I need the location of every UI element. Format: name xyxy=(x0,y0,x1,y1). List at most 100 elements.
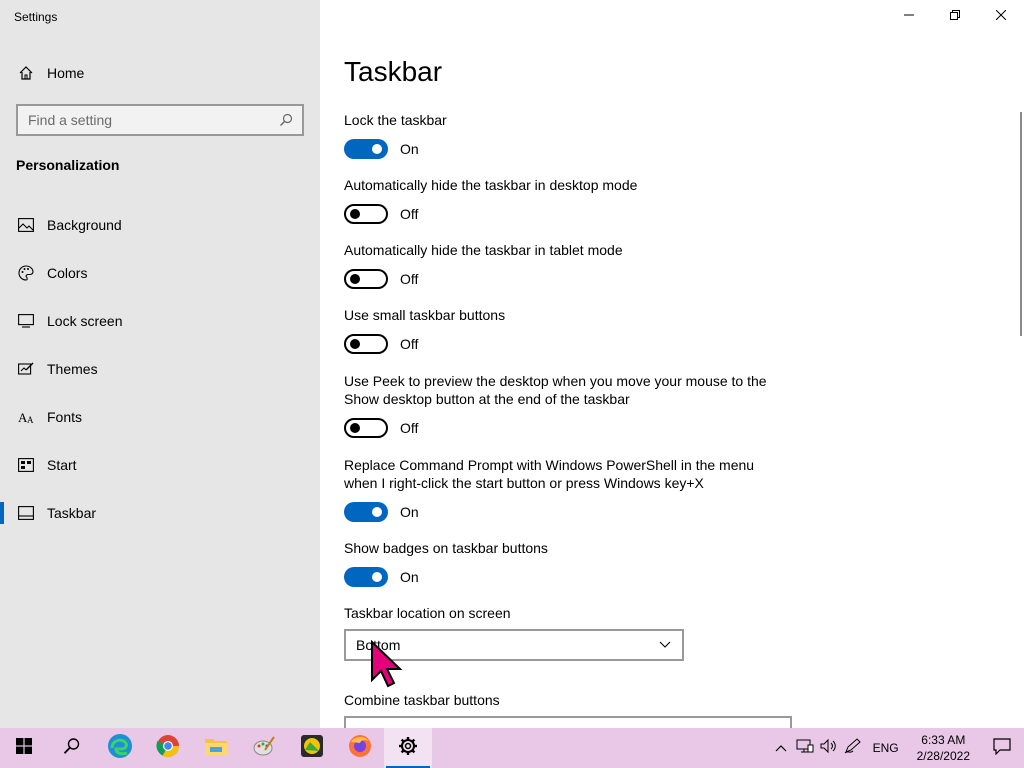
app-title: Settings xyxy=(14,10,58,24)
search-box[interactable] xyxy=(16,104,304,136)
toggle-state: On xyxy=(400,504,419,520)
themes-icon xyxy=(17,360,35,378)
minimize-button[interactable] xyxy=(886,0,932,32)
pen-button[interactable] xyxy=(841,728,865,768)
network-icon xyxy=(796,738,814,759)
notification-icon xyxy=(993,737,1011,760)
setting-label: Use small taskbar buttons xyxy=(344,307,506,323)
search-input[interactable] xyxy=(28,112,278,128)
lock-taskbar-toggle[interactable] xyxy=(344,139,388,159)
toggle-state: On xyxy=(400,141,419,157)
taskbar-image-viewer[interactable] xyxy=(288,728,336,768)
setting-peek: Use Peek to preview the desktop when you… xyxy=(344,372,784,438)
setting-powershell: Replace Command Prompt with Windows Powe… xyxy=(344,456,784,522)
setting-label: Replace Command Prompt with Windows Powe… xyxy=(344,457,755,491)
pen-icon xyxy=(844,737,862,759)
sidebar-item-taskbar[interactable]: Taskbar xyxy=(0,493,320,533)
picture-icon xyxy=(17,216,35,234)
setting-label: Automatically hide the taskbar in tablet… xyxy=(344,242,623,258)
gear-icon xyxy=(398,736,418,761)
sidebar-item-colors[interactable]: Colors xyxy=(0,253,320,293)
network-button[interactable] xyxy=(793,728,817,768)
sidebar-item-fonts[interactable]: AA Fonts xyxy=(0,397,320,437)
window-controls xyxy=(886,0,1024,32)
sidebar-item-start[interactable]: Start xyxy=(0,445,320,485)
autohide-desktop-toggle[interactable] xyxy=(344,204,388,224)
setting-label: Lock the taskbar xyxy=(344,112,447,128)
clock[interactable]: 6:33 AM 2/28/2022 xyxy=(917,732,970,764)
system-tray: ENG 6:33 AM 2/28/2022 xyxy=(769,728,1024,768)
windows-logo-icon xyxy=(16,737,32,759)
toggle-state: Off xyxy=(400,271,419,287)
firefox-icon xyxy=(348,734,372,763)
setting-location: Taskbar location on screen xyxy=(344,604,784,622)
taskbar-chrome[interactable] xyxy=(144,728,192,768)
autohide-tablet-toggle[interactable] xyxy=(344,269,388,289)
sidebar-item-label: Start xyxy=(47,457,77,473)
setting-autohide-tablet: Automatically hide the taskbar in tablet… xyxy=(344,241,784,289)
main-panel: Taskbar Lock the taskbar On Automaticall… xyxy=(320,0,1024,748)
powershell-toggle[interactable] xyxy=(344,502,388,522)
toggle-state: Off xyxy=(400,420,419,436)
toggle-state: On xyxy=(400,569,419,585)
close-button[interactable] xyxy=(978,0,1024,32)
section-label: Personalization xyxy=(16,157,120,173)
badges-toggle[interactable] xyxy=(344,567,388,587)
clock-date: 2/28/2022 xyxy=(916,749,970,763)
sidebar-item-themes[interactable]: Themes xyxy=(0,349,320,389)
setting-combine: Combine taskbar buttons xyxy=(344,691,784,709)
setting-label: Combine taskbar buttons xyxy=(344,692,500,708)
chevron-up-icon xyxy=(775,739,787,757)
restore-button[interactable] xyxy=(932,0,978,32)
setting-badges: Show badges on taskbar buttons On xyxy=(344,539,784,587)
setting-small-buttons: Use small taskbar buttons Off xyxy=(344,306,784,354)
scrollbar[interactable] xyxy=(1020,112,1022,336)
sidebar-item-home[interactable]: Home xyxy=(0,58,320,88)
volume-button[interactable] xyxy=(817,728,841,768)
home-icon xyxy=(17,64,35,82)
small-buttons-toggle[interactable] xyxy=(344,334,388,354)
setting-label: Automatically hide the taskbar in deskto… xyxy=(344,177,638,193)
lock-screen-icon xyxy=(17,312,35,330)
chrome-icon xyxy=(156,734,180,763)
setting-label: Use Peek to preview the desktop when you… xyxy=(344,373,767,407)
setting-label: Show badges on taskbar buttons xyxy=(344,540,548,556)
sidebar-item-label: Themes xyxy=(47,361,98,377)
setting-lock-taskbar: Lock the taskbar On xyxy=(344,111,784,159)
folder-icon xyxy=(204,735,228,762)
paint-icon xyxy=(252,734,276,763)
svg-text:A: A xyxy=(27,415,34,425)
peek-toggle[interactable] xyxy=(344,418,388,438)
toggle-state: Off xyxy=(400,206,419,222)
notifications-button[interactable] xyxy=(980,728,1024,768)
sidebar-item-label: Home xyxy=(47,65,85,81)
start-button[interactable] xyxy=(0,728,48,768)
mouse-cursor-icon xyxy=(370,639,406,690)
show-hidden-icons-button[interactable] xyxy=(769,728,793,768)
image-viewer-icon xyxy=(300,734,324,763)
sidebar-item-label: Background xyxy=(47,217,122,233)
taskbar-firefox[interactable] xyxy=(336,728,384,768)
sidebar-item-label: Taskbar xyxy=(47,505,97,521)
sidebar-item-background[interactable]: Background xyxy=(0,205,320,245)
page-title: Taskbar xyxy=(344,56,443,87)
search-icon[interactable] xyxy=(278,112,294,128)
taskbar-paint[interactable] xyxy=(240,728,288,768)
speaker-icon xyxy=(820,738,838,759)
toggle-state: Off xyxy=(400,336,419,352)
start-icon xyxy=(17,456,35,474)
setting-autohide-desktop: Automatically hide the taskbar in deskto… xyxy=(344,176,784,224)
minimize-icon xyxy=(904,7,914,25)
taskbar-file-explorer[interactable] xyxy=(192,728,240,768)
close-icon xyxy=(995,7,1007,25)
restore-icon xyxy=(950,7,960,25)
sidebar: Settings Home Personalization Background… xyxy=(0,0,320,728)
sidebar-item-label: Fonts xyxy=(47,409,83,425)
chevron-down-icon xyxy=(658,638,672,652)
taskbar-settings[interactable] xyxy=(384,728,432,768)
taskbar-edge[interactable] xyxy=(96,728,144,768)
language-indicator[interactable]: ENG xyxy=(873,741,899,755)
sidebar-item-lock-screen[interactable]: Lock screen xyxy=(0,301,320,341)
palette-icon xyxy=(17,264,35,282)
search-button[interactable] xyxy=(48,728,96,768)
